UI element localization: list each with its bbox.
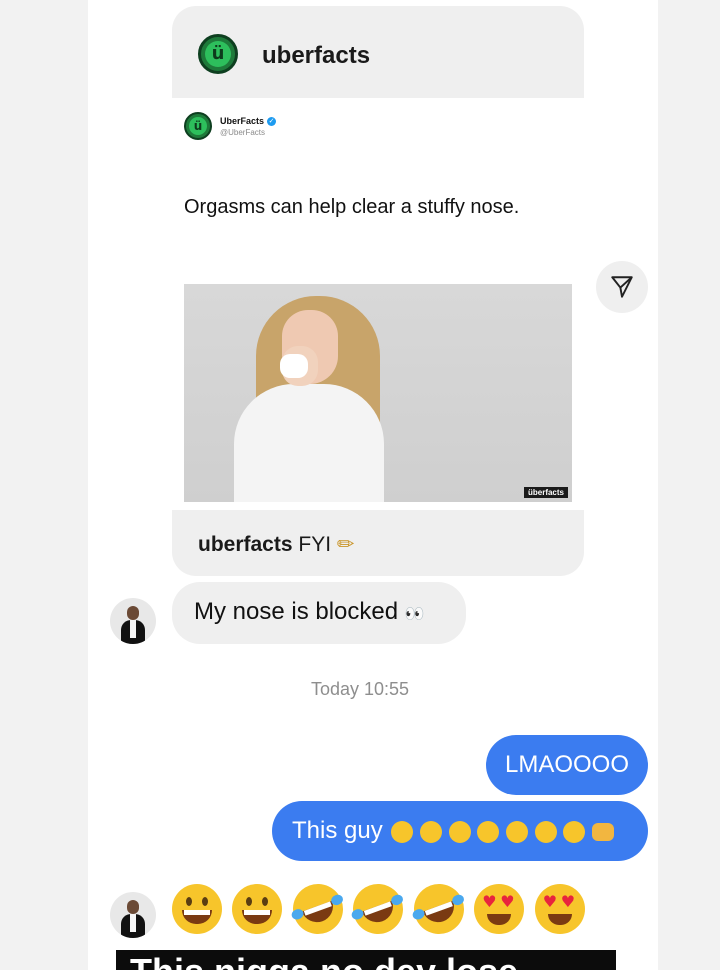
photo-watermark: überfacts <box>523 487 568 498</box>
timestamp: Today 10:55 <box>310 679 410 699</box>
heart-eyes-emoji: ♥ ♥ <box>534 884 585 934</box>
rofl-emoji <box>406 876 471 942</box>
grinning-emoji <box>172 884 222 934</box>
tweet-screenshot: ü UberFacts ✓ @UberFacts Orgasms can help… <box>172 98 584 510</box>
rofl-emoji <box>448 821 471 844</box>
caption-username: uberfacts <box>198 533 293 556</box>
heart-eyes-emoji: ♥ ♥ <box>474 884 525 934</box>
outgoing-message[interactable]: This guy <box>272 801 648 861</box>
tweet-photo: überfacts <box>184 284 572 502</box>
contact-avatar[interactable] <box>110 598 156 644</box>
rofl-emoji <box>346 876 411 942</box>
caption-text: FYI <box>298 533 332 556</box>
uberfacts-logo-icon[interactable]: ü <box>198 34 238 74</box>
verified-badge-icon: ✓ <box>267 117 277 127</box>
rofl-emoji <box>420 821 443 844</box>
clapping-hands-emoji <box>592 823 615 842</box>
outgoing-message-text: This guy <box>292 817 383 844</box>
rofl-emoji <box>534 821 557 844</box>
photo-body <box>234 384 384 502</box>
outgoing-message[interactable]: LMAOOOO <box>486 735 648 795</box>
shared-post-card[interactable]: ü uberfacts ü UberFacts ✓ @UberFacts Orga… <box>172 6 584 576</box>
tweet-author-name: UberFacts ✓ <box>220 116 277 127</box>
post-caption: uberfacts FYI ✏ <box>198 532 355 557</box>
rofl-emoji <box>391 821 414 844</box>
rofl-emoji <box>285 876 350 942</box>
rofl-emoji-row <box>391 802 615 862</box>
post-username[interactable]: uberfacts <box>262 42 370 70</box>
caption-overlay: This nigga no dey lose guard <box>116 950 616 970</box>
pencil-emoji: ✏ <box>336 532 355 556</box>
contact-avatar[interactable] <box>110 892 156 938</box>
incoming-message-text: My nose is blocked <box>194 598 399 625</box>
grinning-emoji <box>232 884 283 934</box>
eyes-emoji: 👀 <box>404 604 425 623</box>
outgoing-message-text: LMAOOOO <box>504 751 630 778</box>
tweet-handle: @UberFacts <box>220 128 266 137</box>
incoming-message[interactable]: My nose is blocked 👀 <box>172 582 466 644</box>
rofl-emoji <box>563 821 586 844</box>
rofl-emoji <box>506 821 529 844</box>
incoming-emoji-message[interactable]: ♥ ♥ ♥ ♥ <box>172 876 585 942</box>
send-icon <box>611 276 633 298</box>
tweet-avatar-icon: ü <box>184 112 212 140</box>
post-header[interactable]: ü uberfacts <box>172 6 584 98</box>
share-button[interactable] <box>596 261 648 313</box>
tweet-text: Orgasms can help clear a stuffy nose. <box>184 196 520 218</box>
rofl-emoji <box>477 821 500 844</box>
photo-tissue <box>280 354 308 378</box>
